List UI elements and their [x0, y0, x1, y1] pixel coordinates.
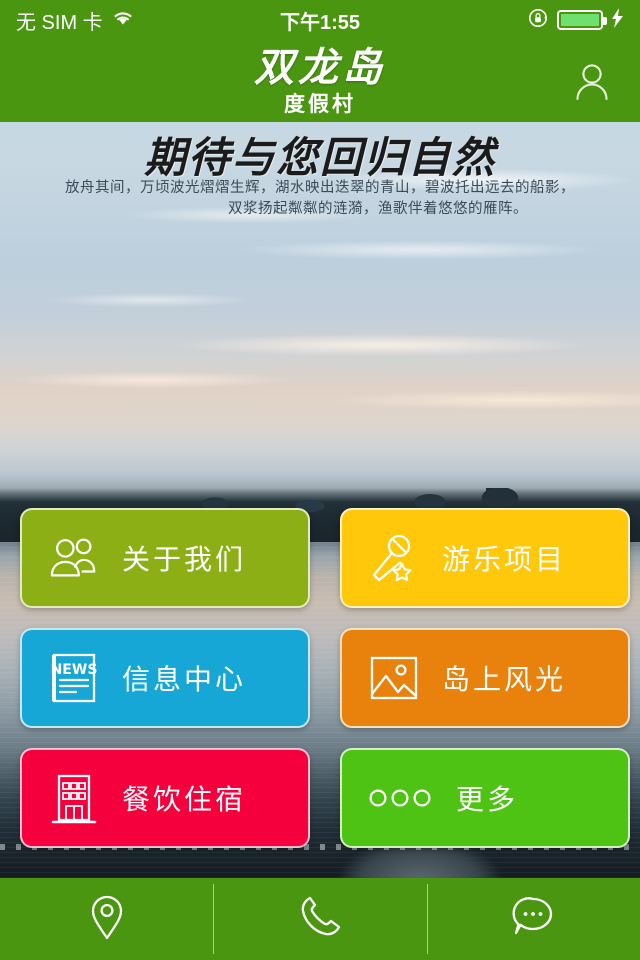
- two-people-icon: [48, 532, 100, 584]
- three-circles-icon: [368, 772, 434, 824]
- nav-chat-button[interactable]: [426, 878, 640, 960]
- tile-entertainment[interactable]: 游乐项目: [340, 508, 630, 608]
- tile-label: 岛上风光: [442, 663, 567, 696]
- tile-label: 更多: [456, 783, 519, 816]
- brand-subtitle: 度假村: [284, 91, 356, 116]
- banner-line-1: 放舟其间，万顷波光熠熠生辉，湖水映出迭翠的青山，碧波托出远去的船影，: [65, 180, 575, 196]
- tile-label: 信息中心: [122, 663, 247, 696]
- banner-description: 放舟其间，万顷波光熠熠生辉，湖水映出迭翠的青山，碧波托出远去的船影， 双浆扬起粼…: [0, 178, 640, 220]
- lightning-bolt-icon: [611, 7, 624, 33]
- app-header: 双龙岛 度假村: [0, 40, 640, 122]
- banner-headline: 期待与您回归自然: [143, 133, 496, 182]
- menu-grid: 关于我们 游乐项目 NEWS 信息中心 岛上风光 餐饮住宿 更多: [0, 508, 640, 848]
- user-account-icon[interactable]: [566, 55, 618, 107]
- wifi-icon: [112, 9, 134, 32]
- microphone-star-icon: [368, 532, 420, 584]
- tile-label: 关于我们: [122, 543, 247, 576]
- brand-logo: 双龙岛 度假村: [254, 44, 386, 116]
- carrier-label: 无 SIM 卡: [16, 11, 103, 34]
- tile-dining-lodging[interactable]: 餐饮住宿: [20, 748, 310, 848]
- tile-island-scenery[interactable]: 岛上风光: [340, 628, 630, 728]
- app-screen: 无 SIM 卡 下午1:55 双龙岛 度假村 期待与您回归自然 放舟其间，万顷波…: [0, 0, 640, 960]
- status-left: 无 SIM 卡: [16, 6, 134, 35]
- battery-icon: [557, 10, 607, 30]
- chat-bubble-icon: [511, 895, 555, 944]
- tile-news-center[interactable]: NEWS 信息中心: [20, 628, 310, 728]
- tile-about-us[interactable]: 关于我们: [20, 508, 310, 608]
- photo-image-icon: [368, 652, 420, 704]
- svg-text:NEWS: NEWS: [51, 662, 98, 678]
- nav-phone-button[interactable]: [213, 878, 426, 960]
- tile-more[interactable]: 更多: [340, 748, 630, 848]
- location-pin-icon: [89, 894, 125, 945]
- rotation-lock-icon: [527, 7, 549, 34]
- bottom-navigation: [0, 878, 640, 960]
- nav-location-button[interactable]: [0, 878, 213, 960]
- brand-title: 双龙岛: [254, 44, 386, 91]
- banner-line-2: 双浆扬起粼粼的涟漪，渔歌伴着悠悠的雁阵。: [228, 201, 528, 217]
- tile-label: 餐饮住宿: [122, 783, 247, 816]
- status-bar: 无 SIM 卡 下午1:55: [0, 0, 640, 40]
- status-right: [527, 7, 624, 34]
- tile-label: 游乐项目: [442, 543, 567, 576]
- phone-icon: [299, 895, 341, 944]
- building-icon: [48, 772, 100, 824]
- news-paper-icon: NEWS: [48, 652, 100, 704]
